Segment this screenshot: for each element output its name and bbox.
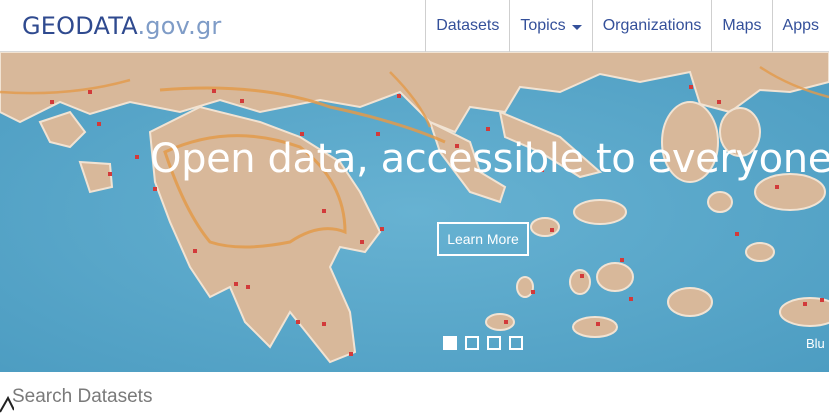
carousel-dot-1[interactable] [443,336,457,350]
main-nav: Datasets Topics Organizations Maps Apps [425,0,829,52]
nav-topics[interactable]: Topics [509,0,591,52]
carousel-dot-4[interactable] [509,336,523,350]
site-logo[interactable]: GEODATA.gov.gr [22,11,222,41]
nav-datasets-label: Datasets [436,17,500,34]
carousel-dot-3[interactable] [487,336,501,350]
carousel-indicators [443,336,523,350]
site-header: GEODATA.gov.gr Datasets Topics Organizat… [0,0,829,52]
caret-down-icon [571,24,582,30]
search-section [0,372,829,414]
search-input[interactable] [12,384,792,410]
nav-maps[interactable]: Maps [711,0,771,52]
hero-title: Open data, accessible to everyone! [150,136,829,182]
slide-caption: Blu [806,336,825,351]
brand-name: GEODATA [22,12,138,40]
brand-domain: .gov.gr [137,12,222,40]
carousel-dot-2[interactable] [465,336,479,350]
nav-maps-label: Maps [722,17,762,34]
learn-more-button[interactable]: Learn More [437,222,529,256]
hero-map-image [0,52,829,372]
nav-organizations[interactable]: Organizations [591,0,712,52]
nav-apps-label: Apps [782,17,819,34]
hero-carousel: Open data, accessible to everyone! Learn… [0,52,829,372]
nav-organizations-label: Organizations [602,17,702,34]
nav-apps[interactable]: Apps [771,0,829,52]
nav-datasets[interactable]: Datasets [425,0,509,52]
nav-topics-label: Topics [520,17,566,34]
